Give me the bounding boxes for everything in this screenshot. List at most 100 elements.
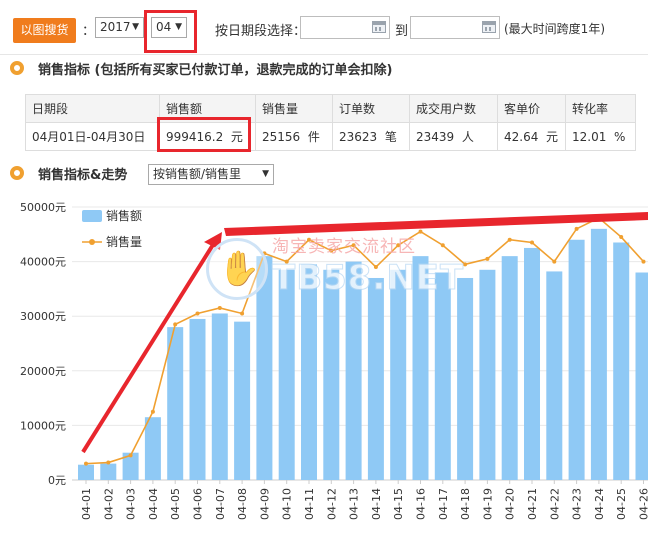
line-point-04-26 [641,259,646,264]
bar-04-15 [390,269,407,480]
x-tick-label: 04-19 [481,488,494,520]
metric-select[interactable]: 按销售额/销售里 ▼ [148,164,274,185]
line-point-04-08 [240,311,245,316]
line-point-04-03 [128,453,133,458]
bar-04-23 [568,239,585,480]
line-point-04-01 [84,461,88,466]
x-tick-label: 04-04 [147,488,160,520]
calendar-icon[interactable] [482,21,496,33]
line-point-04-19 [485,256,490,261]
x-tick-label: 04-15 [392,488,405,520]
line-point-04-22 [552,259,557,264]
legend-line-dot [89,239,95,245]
chevron-down-icon: ▼ [132,22,139,32]
cell-order-count: 23623 笔 [332,122,410,151]
x-tick-label: 04-11 [303,488,316,520]
x-tick-label: 04-07 [214,488,227,520]
hand-icon: ✋ [218,249,261,289]
x-tick-label: 04-12 [325,488,338,520]
cell-avg-order-value: 42.64 元 [497,122,566,151]
line-point-04-17 [440,243,445,248]
date-range-label: 按日期段选择： [215,24,307,39]
x-tick-label: 04-09 [258,488,271,520]
bar-04-05 [167,327,184,480]
col-header-date-range: 日期段 [25,94,160,123]
cell-sales-volume: 25156 件 [255,122,333,151]
bar-04-25 [613,242,630,480]
x-tick-label: 04-05 [169,488,182,520]
section-title: 销售指标 (包括所有买家已付款订单，退款完成的订单会扣除) [38,63,393,78]
y-tick-label: 30000元 [20,310,66,323]
legend-label: 销售额 [106,208,142,223]
bar-04-06 [189,318,206,480]
bar-04-02 [100,463,117,480]
x-tick-label: 04-08 [236,488,249,520]
x-tick-label: 04-25 [615,488,628,520]
watermark-text: 淘宝卖家交流社区 [272,237,416,257]
bar-04-22 [546,271,563,480]
bullet-circle-icon [10,61,24,75]
year-value: 2017 [100,20,131,34]
section-title: 销售指标&走势 [38,168,128,183]
line-point-04-23 [574,226,579,231]
sales-stats-table: 日期段 销售额 销售量 订单数 成交用户数 客单价 转化率 04月01日-04月… [25,94,636,151]
sales-amount-highlight-box [157,117,251,152]
line-point-04-25 [619,235,624,240]
x-tick-label: 04-03 [125,488,138,520]
to-label: 到 [395,24,409,39]
x-tick-label: 04-10 [281,488,294,520]
y-tick-label: 40000元 [20,256,66,269]
x-tick-label: 04-13 [348,488,361,520]
toolbar-divider [0,54,648,55]
y-tick-label: 20000元 [20,365,66,378]
legend-bar-swatch [82,210,102,222]
calendar-icon[interactable] [372,21,386,33]
line-point-04-06 [195,311,200,316]
x-tick-label: 04-21 [526,488,539,520]
line-point-04-20 [507,237,512,242]
bar-04-01 [78,464,94,480]
bar-04-17 [434,272,451,480]
year-select[interactable]: 2017 ▼ [95,17,144,38]
bar-04-20 [501,256,518,480]
col-header-buyer-count: 成交用户数 [409,94,498,123]
x-tick-label: 04-26 [638,488,648,520]
y-tick-label: 0元 [48,474,66,487]
bullet-circle-icon [10,166,24,180]
line-point-04-07 [217,306,222,311]
line-point-04-04 [150,409,155,414]
x-tick-label: 04-17 [437,488,450,520]
bar-04-12 [323,269,340,480]
line-point-04-21 [530,240,534,245]
max-span-note: (最大时间跨度1年) [504,22,605,36]
watermark-site: TB58.NET [271,258,465,299]
search-by-image-button[interactable]: 以图搜货 [13,18,76,43]
bar-04-04 [144,417,161,480]
x-tick-label: 04-01 [80,488,93,520]
col-header-order-count: 订单数 [332,94,410,123]
bar-04-18 [457,277,474,480]
y-tick-label: 10000元 [20,419,66,432]
y-tick-label: 50000元 [20,201,66,214]
legend-label: 销售量 [106,234,142,249]
bar-04-10 [278,269,295,480]
bar-04-08 [234,321,251,480]
col-header-avg-order-value: 客单价 [497,94,566,123]
col-header-conversion-rate: 转化率 [565,94,636,123]
x-tick-label: 04-23 [571,488,584,520]
x-tick-label: 04-22 [548,488,561,520]
metric-value: 按销售额/销售里 [153,167,242,181]
x-tick-label: 04-20 [504,488,517,520]
bar-04-14 [367,277,384,480]
bar-04-21 [524,247,540,480]
year-colon: ： [82,24,96,39]
x-tick-label: 04-16 [415,488,428,520]
bar-04-24 [590,228,607,480]
chevron-down-icon: ▼ [262,169,269,179]
x-tick-label: 04-24 [593,488,606,520]
line-point-04-05 [173,322,178,327]
x-tick-label: 04-14 [370,488,383,520]
cell-date-range: 04月01日-04月30日 [25,122,160,151]
cell-conversion-rate: 12.01 % [565,122,636,151]
bar-04-26 [635,272,648,480]
